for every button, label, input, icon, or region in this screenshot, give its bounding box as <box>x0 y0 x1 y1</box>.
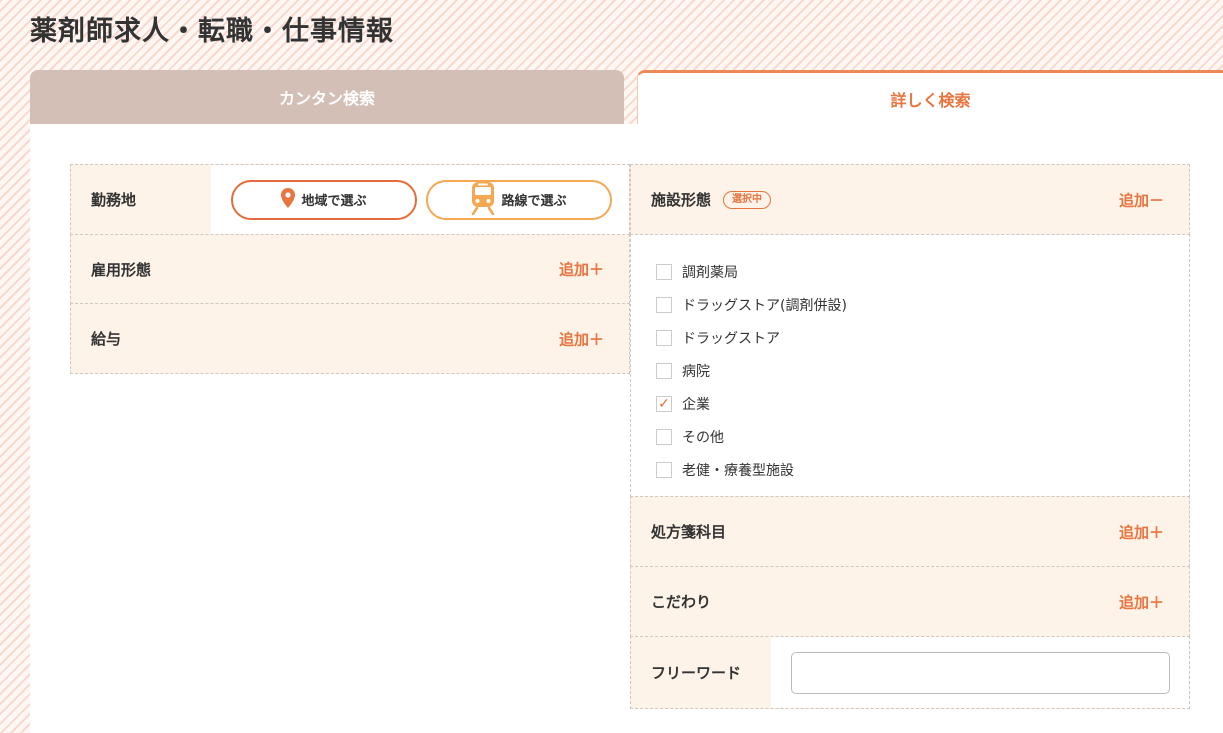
prescription-subject-add-button[interactable]: 追加＋ <box>1119 521 1164 542</box>
page-title: 薬剤師求人・転職・仕事情報 <box>30 16 394 47</box>
tab-simple-search[interactable]: カンタン検索 <box>30 70 624 124</box>
kodawari-label: こだわり <box>651 593 712 611</box>
search-panel: 勤務地 地域で選ぶ 路線で選ぶ 雇用形態 追加＋ 給与 追加＋ 施設形態 選択中… <box>30 124 1223 733</box>
salary-label: 給与 <box>91 330 122 348</box>
checkbox[interactable] <box>656 263 672 280</box>
freeword-label: フリーワード <box>651 664 742 682</box>
facility-option-dispensing-pharmacy[interactable]: 調剤薬局 <box>656 255 1189 288</box>
select-by-area-button[interactable]: 地域で選ぶ <box>231 179 417 220</box>
facility-option-hospital[interactable]: 病院 <box>656 354 1189 387</box>
employment-type-add-button[interactable]: 追加＋ <box>559 259 604 280</box>
facility-option-company[interactable]: ✓ 企業 <box>656 387 1189 420</box>
tab-detail-search[interactable]: 詳しく検索 <box>637 70 1223 124</box>
kodawari-add-button[interactable]: 追加＋ <box>1119 591 1164 612</box>
facility-type-collapse-button[interactable]: 追加－ <box>1119 189 1164 210</box>
facility-option-label: 病院 <box>682 363 710 380</box>
checkbox[interactable] <box>656 296 672 313</box>
select-by-line-label: 路線で選ぶ <box>501 194 567 209</box>
facility-option-label: その他 <box>682 429 724 446</box>
employment-type-label: 雇用形態 <box>91 260 152 279</box>
facility-option-label: 老健・療養型施設 <box>682 462 794 479</box>
map-pin-icon <box>281 187 296 212</box>
checkbox[interactable] <box>656 428 672 445</box>
facility-type-label: 施設形態 <box>651 191 712 209</box>
prescription-subject-row[interactable]: 処方箋科目 追加＋ <box>630 496 1190 567</box>
facility-option-label: 調剤薬局 <box>682 264 738 281</box>
facility-type-row[interactable]: 施設形態 選択中 追加－ <box>630 164 1190 235</box>
location-row: 勤務地 地域で選ぶ 路線で選ぶ <box>70 164 630 235</box>
checkbox-checked[interactable]: ✓ <box>656 395 672 412</box>
checkbox[interactable] <box>656 461 672 478</box>
facility-type-options: 調剤薬局 ドラッグストア(調剤併設) ドラッグストア 病院 ✓ 企業 その他 老… <box>630 234 1190 497</box>
freeword-row: フリーワード <box>630 636 1190 709</box>
train-icon <box>471 181 495 219</box>
facility-option-nursing-care[interactable]: 老健・療養型施設 <box>656 453 1189 486</box>
tab-simple-search-label: カンタン検索 <box>278 89 375 108</box>
facility-option-label: ドラッグストア(調剤併設) <box>682 297 847 314</box>
facility-option-other[interactable]: その他 <box>656 420 1189 453</box>
facility-option-drugstore-with-dispensing[interactable]: ドラッグストア(調剤併設) <box>656 288 1189 321</box>
checkbox[interactable] <box>656 329 672 346</box>
tab-detail-search-label: 詳しく検索 <box>890 90 971 110</box>
checkmark-icon: ✓ <box>658 395 670 412</box>
checkbox[interactable] <box>656 362 672 379</box>
search-form-right-column: 施設形態 選択中 追加－ 調剤薬局 ドラッグストア(調剤併設) ドラッグストア <box>630 164 1190 709</box>
selected-badge: 選択中 <box>723 190 772 209</box>
salary-row[interactable]: 給与 追加＋ <box>70 303 630 374</box>
search-form-left-column: 勤務地 地域で選ぶ 路線で選ぶ 雇用形態 追加＋ 給与 追加＋ <box>70 164 630 374</box>
freeword-input[interactable] <box>791 651 1170 694</box>
facility-option-label: 企業 <box>682 396 710 413</box>
select-by-line-button[interactable]: 路線で選ぶ <box>426 179 612 220</box>
facility-option-label: ドラッグストア <box>682 330 780 347</box>
facility-option-drugstore[interactable]: ドラッグストア <box>656 321 1189 354</box>
salary-add-button[interactable]: 追加＋ <box>559 328 604 349</box>
location-label: 勤務地 <box>91 191 137 209</box>
employment-type-row[interactable]: 雇用形態 追加＋ <box>70 234 630 304</box>
kodawari-row[interactable]: こだわり 追加＋ <box>630 566 1190 637</box>
prescription-subject-label: 処方箋科目 <box>651 523 727 541</box>
select-by-area-label: 地域で選ぶ <box>301 194 367 209</box>
